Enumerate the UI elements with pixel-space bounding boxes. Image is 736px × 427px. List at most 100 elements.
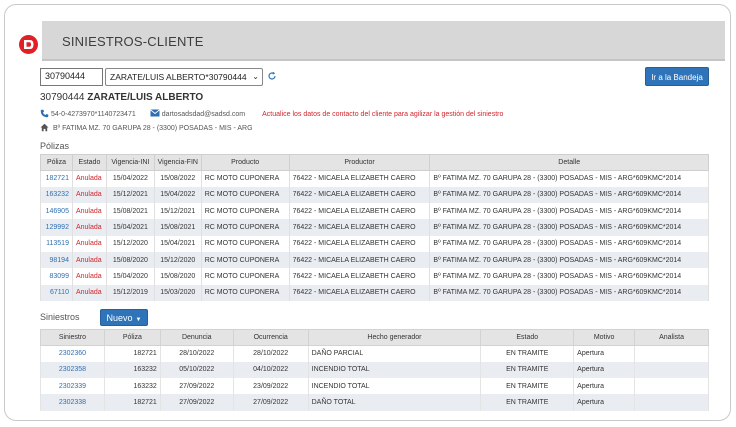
productor-cell: 76422 - MICAELA ELIZABETH CAERO	[288, 219, 431, 236]
poliza-link[interactable]: 67110	[40, 284, 73, 301]
estado-cell: Anulada	[71, 203, 107, 220]
vigencia-ini-cell: 15/04/2020	[105, 268, 155, 285]
poliza-link[interactable]: 83099	[40, 268, 73, 285]
siniestro-link[interactable]: 2302338	[40, 394, 105, 411]
siniestro-link[interactable]: 2302358	[40, 361, 105, 379]
vigencia-fin-cell: 15/03/2020	[153, 284, 202, 301]
poliza-row: 163232 Anulada 15/12/2021 15/04/2022 RC MOTO…	[40, 186, 709, 204]
detalle-cell: Bº FATIMA MZ. 70 GARUPA 28 - (3300) POSA…	[429, 186, 709, 204]
siniestro-row: 2302338 182721 27/09/2022 27/09/2022 DAÑO TO…	[40, 394, 709, 411]
motivo-cell: Apertura	[573, 345, 636, 362]
producto-cell: RC MOTO CUPONERA	[200, 268, 290, 285]
col-producto[interactable]: Producto	[200, 154, 290, 171]
vigencia-fin-cell: 15/08/2022	[153, 170, 202, 187]
estado-cell: EN TRAMITE	[480, 361, 575, 379]
producto-cell: RC MOTO CUPONERA	[200, 186, 290, 204]
denuncia-cell: 05/10/2022	[159, 361, 234, 379]
col-ocurrencia[interactable]: Ocurrencia	[232, 329, 309, 346]
producto-cell: RC MOTO CUPONERA	[200, 170, 290, 187]
col-denuncia[interactable]: Denuncia	[159, 329, 234, 346]
poliza-row: 113519 Anulada 15/12/2020 15/04/2021 RC MOTO…	[40, 235, 709, 252]
col-estado[interactable]: Estado	[480, 329, 575, 346]
col-poliza[interactable]: Póliza	[103, 329, 161, 346]
vigencia-ini-cell: 15/04/2022	[105, 170, 155, 187]
poliza-link[interactable]: 113519	[40, 235, 73, 252]
polizas-table: Póliza Estado Vigencia-INI Vigencia-FIN …	[40, 154, 709, 301]
detalle-cell: Bº FATIMA MZ. 70 GARUPA 28 - (3300) POSA…	[429, 219, 709, 236]
poliza-cell: 182721	[103, 394, 161, 411]
detalle-cell: Bº FATIMA MZ. 70 GARUPA 28 - (3300) POSA…	[429, 251, 709, 269]
analista-cell	[634, 378, 709, 395]
app-window: SINIESTROS-CLIENTE 30790444 ZARATE/LUIS …	[4, 4, 731, 421]
productor-cell: 76422 - MICAELA ELIZABETH CAERO	[288, 170, 431, 187]
detalle-cell: Bº FATIMA MZ. 70 GARUPA 28 - (3300) POSA…	[429, 268, 709, 285]
poliza-row: 129992 Anulada 15/04/2021 15/08/2021 RC MOTO…	[40, 219, 709, 236]
col-poliza[interactable]: Póliza	[40, 154, 73, 171]
motivo-cell: Apertura	[573, 378, 636, 395]
client-name: ZARATE/LUIS ALBERTO	[87, 92, 204, 103]
estado-cell: Anulada	[71, 284, 107, 301]
producto-cell: RC MOTO CUPONERA	[200, 203, 290, 220]
productor-cell: 76422 - MICAELA ELIZABETH CAERO	[288, 284, 431, 301]
col-analista[interactable]: Analista	[634, 329, 709, 346]
hecho-generador-cell: INCENDIO TOTAL	[307, 361, 482, 379]
col-vigencia-fin[interactable]: Vigencia-FIN	[153, 154, 202, 171]
estado-cell: EN TRAMITE	[480, 394, 575, 411]
vigencia-fin-cell: 15/08/2020	[153, 268, 202, 285]
col-detalle[interactable]: Detalle	[429, 154, 709, 171]
col-estado[interactable]: Estado	[71, 154, 107, 171]
nuevo-button-label: Nuevo	[106, 313, 133, 323]
denuncia-cell: 28/10/2022	[159, 345, 234, 362]
bandeja-button[interactable]: Ir a la Bandeja	[645, 67, 709, 86]
productor-cell: 76422 - MICAELA ELIZABETH CAERO	[288, 235, 431, 252]
vigencia-fin-cell: 15/08/2021	[153, 219, 202, 236]
refresh-icon[interactable]	[267, 71, 277, 83]
producto-cell: RC MOTO CUPONERA	[200, 235, 290, 252]
contact-warning: Actualice los datos de contacto del clie…	[262, 110, 504, 118]
detalle-cell: Bº FATIMA MZ. 70 GARUPA 28 - (3300) POSA…	[429, 203, 709, 220]
poliza-link[interactable]: 98194	[40, 251, 73, 269]
col-productor[interactable]: Productor	[288, 154, 431, 171]
vigencia-ini-cell: 15/08/2020	[105, 251, 155, 269]
siniestros-body: 2302360 182721 28/10/2022 28/10/2022 DAÑO PA…	[40, 345, 709, 411]
client-select[interactable]: ZARATE/LUIS ALBERTO*30790444 ⌄	[105, 68, 263, 86]
poliza-link[interactable]: 146905	[40, 203, 73, 220]
detalle-cell: Bº FATIMA MZ. 70 GARUPA 28 - (3300) POSA…	[429, 284, 709, 301]
client-email: dartosadsdad@sadsd.com	[161, 110, 246, 118]
estado-cell: Anulada	[71, 219, 107, 236]
vigencia-ini-cell: 15/12/2020	[105, 235, 155, 252]
ocurrencia-cell: 27/09/2022	[232, 394, 309, 411]
producto-cell: RC MOTO CUPONERA	[200, 219, 290, 236]
vigencia-fin-cell: 15/04/2022	[153, 186, 202, 204]
poliza-cell: 163232	[103, 378, 161, 395]
hecho-generador-cell: DAÑO TOTAL	[307, 394, 482, 411]
poliza-link[interactable]: 163232	[40, 186, 73, 204]
ocurrencia-cell: 23/09/2022	[232, 378, 309, 395]
client-id-input[interactable]: 30790444	[40, 68, 103, 86]
col-motivo[interactable]: Motivo	[573, 329, 636, 346]
client-address: Bº FATIMA MZ. 70 GARUPA 28 - (3300) POSA…	[53, 124, 253, 132]
motivo-cell: Apertura	[573, 394, 636, 411]
vigencia-ini-cell: 15/12/2021	[105, 186, 155, 204]
siniestro-row: 2302358 163232 05/10/2022 04/10/2022 INCENDI…	[40, 361, 709, 379]
poliza-row: 83099 Anulada 15/04/2020 15/08/2020 RC MOTO …	[40, 268, 709, 285]
poliza-link[interactable]: 129992	[40, 219, 73, 236]
siniestro-row: 2302360 182721 28/10/2022 28/10/2022 DAÑO PA…	[40, 345, 709, 362]
poliza-link[interactable]: 182721	[40, 170, 73, 187]
address-row: Bº FATIMA MZ. 70 GARUPA 28 - (3300) POSA…	[40, 122, 253, 134]
siniestro-link[interactable]: 2302339	[40, 378, 105, 395]
poliza-row: 98194 Anulada 15/08/2020 15/12/2020 RC MOTO …	[40, 251, 709, 269]
nuevo-siniestro-button[interactable]: Nuevo ▼	[100, 309, 148, 326]
client-select-value: ZARATE/LUIS ALBERTO*30790444	[110, 72, 247, 82]
header-bar: SINIESTROS-CLIENTE	[42, 21, 725, 61]
mail-icon	[149, 109, 160, 119]
col-siniestro[interactable]: Siniestro	[40, 329, 105, 346]
siniestro-link[interactable]: 2302360	[40, 345, 105, 362]
polizas-body: 182721 Anulada 15/04/2022 15/08/2022 RC MOTO…	[40, 170, 709, 301]
col-hecho-generador[interactable]: Hecho generador	[307, 329, 482, 346]
denuncia-cell: 27/09/2022	[159, 394, 234, 411]
denuncia-cell: 27/09/2022	[159, 378, 234, 395]
poliza-row: 182721 Anulada 15/04/2022 15/08/2022 RC MOTO…	[40, 170, 709, 187]
col-vigencia-ini[interactable]: Vigencia-INI	[105, 154, 155, 171]
siniestro-row: 2302339 163232 27/09/2022 23/09/2022 INCENDI…	[40, 378, 709, 395]
